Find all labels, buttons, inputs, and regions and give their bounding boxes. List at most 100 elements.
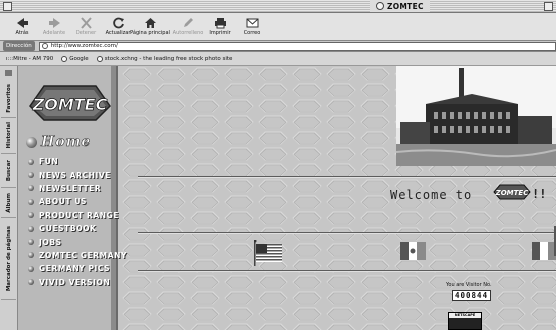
factory-photo (396, 66, 556, 166)
window-zoom-button[interactable] (544, 2, 553, 11)
printer-icon (214, 17, 227, 29)
forward-button[interactable]: Adelante (38, 13, 70, 40)
sidetab-label: Álbum (5, 192, 12, 213)
nav-link-newsletter[interactable]: NEWSLETTER (28, 182, 127, 195)
nav-label: NEWS ARCHIVE (39, 170, 111, 180)
nav-link-about-us[interactable]: ABOUT US (28, 195, 127, 208)
favorite-link-google[interactable]: Google (61, 55, 89, 62)
welcome-text: Welcome to (390, 188, 473, 202)
bullet-ball-icon (28, 212, 34, 219)
sidetab-label: Buscar (5, 159, 12, 182)
stop-label: Detener (75, 30, 97, 36)
window-title-text: ZOMTEC (387, 1, 424, 11)
sidetab-history[interactable]: Historial (1, 118, 16, 154)
sidetab-album[interactable]: Álbum (1, 188, 16, 218)
url-input[interactable]: http://www.zomtec.com/ (38, 41, 556, 51)
page-globe-icon (376, 2, 384, 10)
favorite-label: Google (69, 55, 89, 62)
nav-label: ZOMTEC GERMANY (39, 250, 128, 260)
nav-label: JOBS (39, 237, 62, 247)
sidetab-search[interactable]: Buscar (1, 154, 16, 188)
bullet-ball-icon (28, 225, 34, 232)
address-go-button[interactable]: Dirección (3, 41, 35, 51)
page-icon (41, 43, 48, 49)
welcome-exclamation: !! (532, 187, 547, 201)
stop-x-icon (80, 17, 93, 29)
bullet-ball-icon (28, 198, 34, 205)
welcome-logo-text: ZOMTEC (495, 189, 530, 197)
window-title-bar[interactable]: ZOMTEC (0, 0, 556, 13)
nav-link-news-archive[interactable]: NEWS ARCHIVE (28, 168, 127, 181)
welcome-zomtec-logo: ZOMTEC (493, 184, 531, 200)
explorer-side-tabs: Favoritos Historial Buscar Álbum Marcado… (0, 66, 18, 330)
autofill-button[interactable]: Autorrelleno (172, 13, 204, 40)
refresh-label: Actualizar (105, 30, 131, 36)
nav-link-jobs[interactable]: JOBS (28, 235, 127, 248)
horizontal-rule (138, 270, 556, 272)
sidetab-label: Historial (5, 122, 12, 149)
italy-flag-icon[interactable] (532, 242, 556, 260)
home-button[interactable]: Página principal (130, 13, 170, 40)
bullet-ball-icon (28, 265, 34, 272)
globe-icon (61, 55, 68, 62)
window-title: ZOMTEC (370, 0, 430, 12)
favorite-label: ı:::Mitre - AM 790 (6, 55, 54, 62)
bullet-ball-icon (28, 172, 34, 179)
nav-label: ABOUT US (39, 197, 88, 207)
nav-link-germany-pics[interactable]: GERMANY PICS (28, 262, 127, 275)
autofill-pencil-icon (182, 17, 195, 29)
bullet-ball-icon (28, 185, 34, 192)
back-button[interactable]: Atrás (6, 13, 38, 40)
site-nav-list: FUN NEWS ARCHIVE NEWSLETTER ABOUT US PRO… (28, 155, 127, 289)
bullet-ball-icon (28, 239, 34, 246)
logo-text: ZOMTEC (32, 95, 108, 114)
visitor-label: You are Visitor No. (446, 282, 492, 288)
mail-icon (246, 17, 259, 29)
window-close-button[interactable] (3, 2, 12, 11)
forward-arrow-icon (48, 17, 61, 29)
nav-label: PRODUCT RANGE (39, 210, 120, 220)
nav-link-zomtec-germany[interactable]: ZOMTEC GERMANY (28, 249, 127, 262)
home-label: Página principal (130, 30, 170, 36)
nav-link-fun[interactable]: FUN (28, 155, 127, 168)
forward-label: Adelante (42, 30, 66, 36)
globe-icon (96, 55, 103, 62)
bullet-ball-icon (28, 158, 34, 165)
zomtec-logo: ZOMTEC (29, 85, 111, 121)
horizontal-rule (138, 232, 556, 234)
sidetab-label: Marcador de páginas (5, 225, 12, 292)
mail-button[interactable]: Correo (236, 13, 268, 40)
nav-link-guestbook[interactable]: GUESTBOOK (28, 222, 127, 235)
sidetab-favorites[interactable]: Favoritos (1, 80, 16, 118)
us-flag-icon[interactable] (254, 240, 284, 266)
autofill-label: Autorrelleno (172, 30, 204, 36)
back-arrow-icon (16, 17, 29, 29)
url-text: http://www.zomtec.com/ (50, 43, 118, 49)
nav-label: FUN (39, 157, 59, 167)
favorite-link-mitre[interactable]: ı:::Mitre - AM 790 (6, 56, 53, 62)
badge-label: NETSCAPE (449, 313, 481, 318)
address-bar: Dirección http://www.zomtec.com/ (0, 40, 556, 52)
favorite-link-stockxchng[interactable]: stock.xchng - the leading free stock pho… (96, 55, 233, 62)
bullet-ball-icon (28, 279, 34, 286)
sidetab-page-holder[interactable]: Marcador de páginas (1, 218, 16, 300)
nav-label: VIVID VERSION (39, 277, 111, 287)
nav-label: NEWSLETTER (39, 183, 102, 193)
back-label: Atrás (15, 30, 29, 36)
refresh-icon (112, 17, 125, 29)
favorite-label: stock.xchng - the leading free stock pho… (104, 55, 233, 62)
nav-link-vivid-version[interactable]: VIVID VERSION (28, 276, 127, 289)
sidebar-toggle-icon[interactable] (5, 70, 12, 76)
mexico-flag-icon[interactable] (400, 242, 426, 260)
nav-label: GUESTBOOK (39, 224, 97, 234)
home-link-text: Home (41, 134, 92, 151)
nav-link-product-range[interactable]: PRODUCT RANGE (28, 209, 127, 222)
print-button[interactable]: Imprimir (204, 13, 236, 40)
home-icon (144, 17, 157, 29)
home-heading[interactable]: Home (26, 134, 91, 150)
stop-button[interactable]: Detener (70, 13, 102, 40)
web-content-area: ZOMTEC Home FUN NEWS ARCHIVE NEWSLETTER … (18, 66, 556, 330)
nav-label: GERMANY PICS (39, 264, 111, 274)
netscape-badge[interactable]: NETSCAPE (448, 312, 482, 330)
bullet-ball-icon (28, 252, 34, 259)
